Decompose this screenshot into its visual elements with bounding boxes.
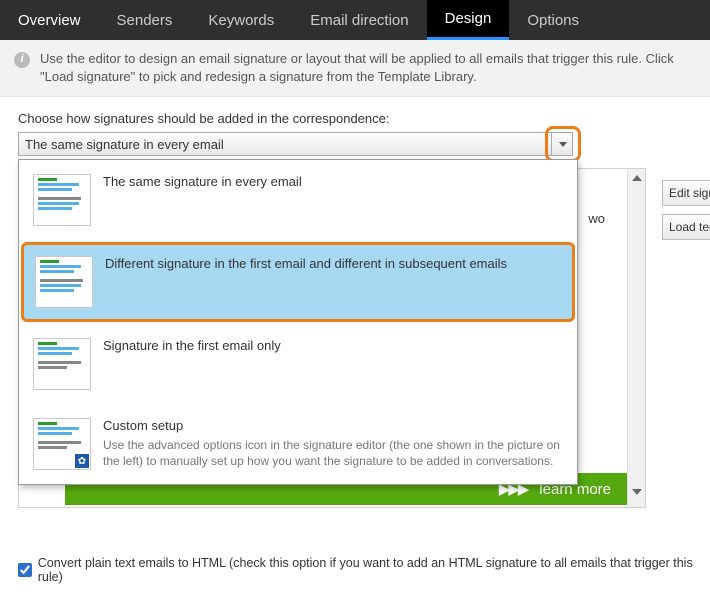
- signature-mode-select-wrap: The same signature in every email: [18, 132, 573, 156]
- info-icon: i: [14, 52, 30, 68]
- option-thumb-icon: [33, 338, 91, 390]
- info-text: Use the editor to design an email signat…: [40, 51, 674, 84]
- info-bar: i Use the editor to design an email sign…: [0, 40, 710, 97]
- tab-overview[interactable]: Overview: [0, 0, 99, 40]
- select-value: The same signature in every email: [25, 137, 224, 152]
- option-thumb-icon: ✿: [33, 418, 91, 470]
- convert-html-checkbox-row[interactable]: Convert plain text emails to HTML (check…: [18, 556, 710, 584]
- tab-senders[interactable]: Senders: [99, 0, 191, 40]
- chevron-down-icon: [559, 142, 567, 147]
- right-button-column: Edit signature Load template: [662, 180, 710, 240]
- gear-icon: ✿: [75, 454, 89, 468]
- preview-text-fragment: wo: [588, 211, 605, 226]
- tab-options[interactable]: Options: [509, 0, 597, 40]
- option-title: Custom setup: [103, 418, 563, 435]
- scroll-down-icon: [632, 489, 642, 495]
- convert-html-checkbox[interactable]: [18, 563, 32, 577]
- tab-keywords[interactable]: Keywords: [190, 0, 292, 40]
- edit-signature-button[interactable]: Edit signature: [662, 180, 710, 206]
- option-title: Signature in the first email only: [103, 338, 563, 355]
- signature-mode-dropdown: The same signature in every email Differ…: [18, 159, 578, 485]
- option-different-signature[interactable]: Different signature in the first email a…: [21, 242, 575, 322]
- option-title: The same signature in every email: [103, 174, 563, 191]
- option-custom-setup[interactable]: ✿ Custom setup Use the advanced options …: [19, 404, 577, 484]
- design-content: Choose how signatures should be added in…: [0, 97, 710, 516]
- option-thumb-icon: [33, 174, 91, 226]
- option-first-email-only[interactable]: Signature in the first email only: [19, 324, 577, 404]
- option-description: Use the advanced options icon in the sig…: [103, 437, 563, 469]
- dropdown-arrow-button[interactable]: [551, 132, 573, 156]
- signature-mode-select[interactable]: The same signature in every email: [18, 132, 573, 156]
- option-same-signature[interactable]: The same signature in every email: [19, 160, 577, 240]
- tab-design[interactable]: Design: [427, 0, 510, 40]
- tab-bar: Overview Senders Keywords Email directio…: [0, 0, 710, 40]
- scrollbar[interactable]: [627, 169, 645, 507]
- choose-label: Choose how signatures should be added in…: [18, 111, 692, 126]
- load-template-button[interactable]: Load template: [662, 214, 710, 240]
- convert-html-label: Convert plain text emails to HTML (check…: [38, 556, 710, 584]
- option-thumb-icon: [35, 256, 93, 308]
- scroll-up-icon: [632, 175, 642, 181]
- option-title: Different signature in the first email a…: [105, 256, 561, 273]
- tab-email-direction[interactable]: Email direction: [292, 0, 426, 40]
